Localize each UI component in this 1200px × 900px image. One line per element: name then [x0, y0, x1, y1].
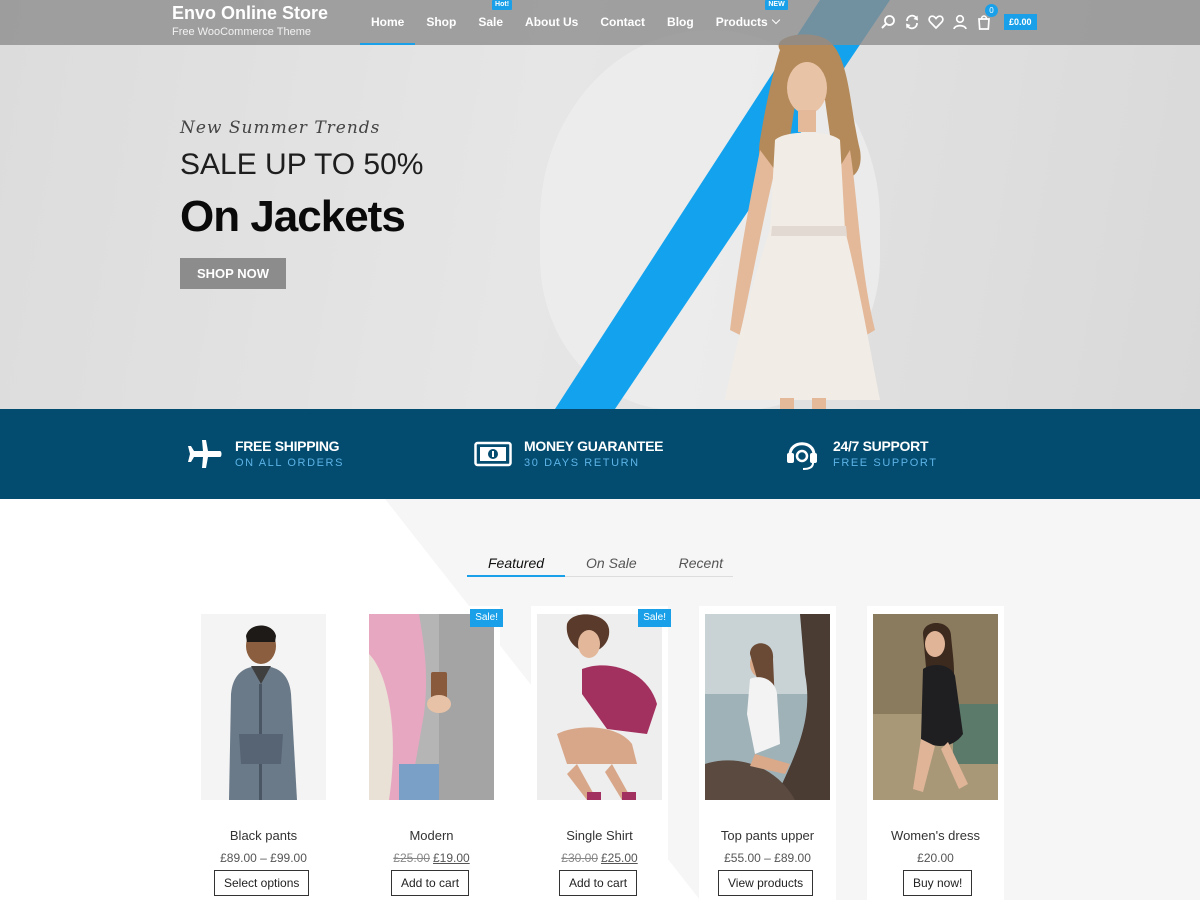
product-card: Sale! Single Shirt £30.00 £25.00 Add to c… — [531, 606, 671, 900]
site-title[interactable]: Envo Online Store — [172, 2, 328, 24]
nav-label: Sale — [478, 15, 504, 29]
hero-model-image — [725, 34, 880, 409]
nav-item-sale[interactable]: Sale Hot! — [467, 0, 514, 45]
compare-icon[interactable] — [900, 11, 924, 33]
feature-subtitle: FREE SUPPORT — [833, 457, 938, 469]
product-name[interactable]: Women's dress — [867, 828, 1004, 843]
feature-subtitle: ON ALL ORDERS — [235, 457, 345, 469]
product-image-black-pants[interactable] — [201, 614, 326, 800]
product-price: £55.00 – £89.00 — [724, 851, 811, 865]
add-to-cart-button[interactable]: Add to cart — [391, 870, 470, 896]
cart-icon[interactable]: 0 — [972, 4, 998, 33]
feature-free-shipping: FREE SHIPPING ON ALL ORDERS — [185, 431, 344, 477]
product-price: £25.00 £19.00 — [363, 851, 500, 865]
product-card: Top pants upper £55.00 – £89.00 View pro… — [699, 606, 836, 900]
add-to-cart-button[interactable]: Add to cart — [559, 870, 638, 896]
hero-banner: New Summer Trends SALE UP TO 50% On Jack… — [0, 0, 1200, 409]
product-name[interactable]: Top pants upper — [699, 828, 836, 843]
nav-item-shop[interactable]: Shop — [415, 0, 467, 45]
nav-label: Blog — [667, 15, 694, 29]
product-card: Black pants £89.00 – £99.00 Select optio… — [195, 606, 332, 900]
product-name[interactable]: Single Shirt — [531, 828, 668, 843]
product-price: £20.00 — [917, 851, 954, 865]
select-options-button[interactable]: Select options — [214, 870, 310, 896]
nav-item-about-us[interactable]: About Us — [514, 0, 589, 45]
nav-item-products[interactable]: Products NEW — [705, 0, 790, 45]
cart-count-badge: 0 — [985, 4, 998, 17]
view-products-button[interactable]: View products — [718, 870, 814, 896]
features-bar: FREE SHIPPING ON ALL ORDERS MONEY GUARAN… — [0, 409, 1200, 499]
shop-now-button[interactable]: SHOP NOW — [180, 258, 286, 289]
nav-label: Contact — [600, 15, 646, 29]
feature-title: FREE SHIPPING — [235, 438, 340, 454]
feature-title: 24/7 SUPPORT — [833, 438, 929, 454]
feature-money-guarantee: MONEY GUARANTEE 30 DAYS RETURN — [474, 431, 663, 477]
product-tabs: Featured On Sale Recent — [467, 553, 733, 577]
product-image-womens-dress[interactable] — [873, 614, 998, 800]
plane-icon — [185, 435, 223, 473]
new-price: £25.00 — [601, 851, 638, 865]
old-price: £25.00 — [393, 851, 430, 865]
nav-label: About Us — [525, 15, 579, 29]
nav-label: Home — [371, 15, 405, 29]
product-card: Sale! Modern £25.00 £19.00 Add to cart — [363, 606, 503, 900]
buy-now-button[interactable]: Buy now! — [903, 870, 973, 896]
chevron-down-icon — [771, 15, 780, 25]
sale-badge: Sale! — [470, 609, 503, 627]
sale-badge: Sale! — [638, 609, 671, 627]
nav-item-blog[interactable]: Blog — [656, 0, 705, 45]
product-name[interactable]: Modern — [363, 828, 500, 843]
cart-total-button[interactable]: £0.00 — [1004, 14, 1037, 30]
product-card: Women's dress £20.00 Buy now! — [867, 606, 1004, 900]
feature-title: MONEY GUARANTEE — [524, 438, 664, 454]
header-tools: 0 £0.00 — [876, 4, 1037, 33]
hero-title: On Jackets — [180, 192, 406, 241]
nav-label: Products — [715, 15, 768, 29]
product-image-top-pants-upper[interactable] — [705, 614, 830, 800]
feature-subtitle: 30 DAYS RETURN — [524, 457, 640, 469]
old-price: £30.00 — [561, 851, 598, 865]
nav-label: Shop — [426, 15, 457, 29]
site-tagline: Free WooCommerce Theme — [172, 26, 311, 38]
product-image-single-shirt[interactable] — [537, 614, 662, 800]
new-price: £19.00 — [433, 851, 470, 865]
new-badge: NEW — [765, 0, 788, 10]
hero-subtitle: SALE UP TO 50% — [180, 148, 424, 181]
money-icon — [474, 435, 512, 473]
nav-item-contact[interactable]: Contact — [589, 0, 656, 45]
product-image-modern[interactable] — [369, 614, 494, 800]
products-section: Featured On Sale Recent Black pants £89.… — [0, 499, 1200, 900]
hero-kicker: New Summer Trends — [180, 118, 381, 138]
product-price: £89.00 – £99.00 — [220, 851, 307, 865]
hot-badge: Hot! — [492, 0, 513, 10]
user-icon[interactable] — [948, 11, 972, 33]
main-nav: Home Shop Sale Hot! About Us Contact Blog… — [360, 0, 790, 45]
product-name[interactable]: Black pants — [195, 828, 332, 843]
heart-icon[interactable] — [924, 11, 948, 33]
site-brand[interactable]: Envo Online Store Free WooCommerce Theme — [172, 2, 328, 38]
nav-item-home[interactable]: Home — [360, 0, 416, 45]
feature-support: 24/7 SUPPORT FREE SUPPORT — [783, 431, 938, 477]
tab-recent[interactable]: Recent — [658, 553, 744, 577]
tab-featured[interactable]: Featured — [467, 553, 566, 577]
product-price: £30.00 £25.00 — [531, 851, 668, 865]
tab-on-sale[interactable]: On Sale — [565, 553, 658, 577]
site-header: Envo Online Store Free WooCommerce Theme… — [0, 0, 1200, 45]
headset-icon — [783, 435, 821, 473]
search-icon[interactable] — [876, 11, 900, 33]
